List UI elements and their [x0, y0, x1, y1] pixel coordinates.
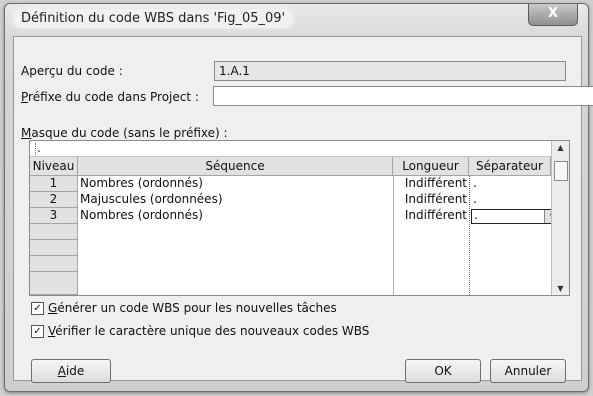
verifier-checkbox[interactable]: ✓	[31, 325, 44, 338]
row-header-empty[interactable]	[30, 224, 78, 240]
row-separateur[interactable]: .	[473, 176, 477, 192]
row-longueur[interactable]: Indifférent	[393, 176, 469, 192]
apercu-label: Aperçu du code :	[21, 64, 123, 78]
col-header-niveau[interactable]: Niveau	[30, 157, 78, 176]
aide-button[interactable]: Aide	[31, 359, 111, 383]
row-header-empty[interactable]	[30, 240, 78, 256]
row-longueur[interactable]: Indifférent	[393, 208, 469, 224]
grid-edit-value: .	[37, 141, 41, 155]
prefixe-input[interactable]	[213, 86, 593, 106]
col-header-longueur[interactable]: Longueur	[393, 157, 469, 176]
row-separateur[interactable]: .	[473, 192, 477, 208]
row-header-empty[interactable]	[30, 272, 78, 295]
title-bar[interactable]: Définition du code WBS dans 'Fig_05_09' …	[5, 4, 588, 36]
row-header[interactable]: 3	[30, 208, 78, 224]
dialog-window: Définition du code WBS dans 'Fig_05_09' …	[4, 3, 593, 392]
grid-edit-bar[interactable]: .	[30, 141, 551, 157]
row-longueur[interactable]: Indifférent	[393, 192, 469, 208]
separator-dropdown-value: .	[474, 208, 478, 222]
scrollbar-thumb[interactable]	[554, 161, 568, 181]
row-sequence[interactable]: Nombres (ordonnés)	[80, 176, 203, 192]
annuler-button[interactable]: Annuler	[490, 359, 566, 383]
scroll-down-icon[interactable]: ▼	[552, 284, 569, 293]
generer-label[interactable]: Générer un code WBS pour les nouvelles t…	[48, 301, 337, 315]
verifier-label[interactable]: Vérifier le caractère unique des nouveau…	[48, 324, 369, 338]
scroll-up-icon[interactable]: ▲	[552, 143, 569, 152]
code-mask-grid: . Niveau Séquence Longueur Séparateur 1 …	[29, 140, 570, 296]
masque-label: Masque du code (sans le préfixe) :	[21, 126, 228, 140]
apercu-field: 1.A.1	[214, 61, 566, 81]
row-sequence[interactable]: Majuscules (ordonnées)	[80, 192, 223, 208]
vertical-scrollbar[interactable]: ▲ ▼	[551, 141, 569, 295]
row-header[interactable]: 1	[30, 176, 78, 192]
col-header-separateur[interactable]: Séparateur	[469, 157, 551, 176]
close-button[interactable]: X	[528, 4, 578, 26]
row-sequence[interactable]: Nombres (ordonnés)	[80, 208, 203, 224]
separator-dropdown[interactable]: . ▼	[471, 208, 562, 224]
dialog-body: Aperçu du code : 1.A.1 Préfixe du code d…	[13, 36, 593, 383]
row-header-empty[interactable]	[30, 256, 78, 272]
col-header-sequence[interactable]: Séquence	[78, 157, 393, 176]
prefixe-label: Préfixe du code dans Project :	[21, 90, 199, 104]
dialog-title: Définition du code WBS dans 'Fig_05_09'	[13, 9, 294, 28]
generer-checkbox[interactable]: ✓	[31, 302, 44, 315]
ok-button[interactable]: OK	[405, 359, 481, 383]
row-header[interactable]: 2	[30, 192, 78, 208]
